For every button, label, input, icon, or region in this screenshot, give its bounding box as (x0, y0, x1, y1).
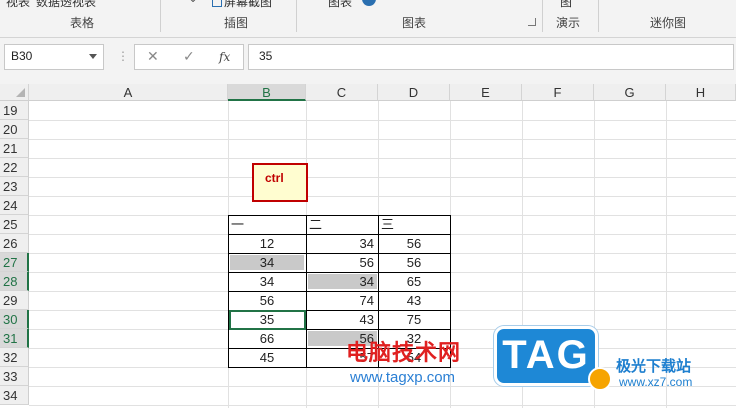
formula-buttons: ✕ ✓ fx (134, 44, 244, 70)
table-cell[interactable]: 56 (228, 291, 306, 310)
row-header-23[interactable]: 23 (0, 177, 29, 196)
ctrl-text-box-label: ctrl (265, 171, 284, 185)
table-cell[interactable]: 43 (306, 310, 374, 329)
row-header-28[interactable]: 28 (0, 272, 29, 291)
insert-function-icon[interactable]: fx (219, 50, 230, 64)
column-header-f[interactable]: F (522, 84, 594, 101)
gridline (29, 196, 736, 197)
ribbon-group-charts: 图表 (402, 16, 427, 30)
ribbon-screenshot-button[interactable]: 屏幕截图 (212, 0, 272, 10)
row-header-27[interactable]: 27 (0, 253, 29, 272)
dialog-launcher-icon[interactable] (528, 18, 536, 26)
formula-value: 35 (259, 49, 273, 63)
table-cell[interactable]: 66 (228, 329, 306, 348)
ribbon-separator (598, 0, 599, 32)
ribbon-group-tables: 表格 (70, 16, 95, 30)
active-cell-inner-border (232, 313, 303, 327)
select-all-button[interactable] (0, 84, 29, 101)
row-header-33[interactable]: 33 (0, 367, 29, 386)
watermark-site-url: www.xz7.com (619, 375, 693, 389)
ribbon-separator (160, 0, 161, 32)
gridline (29, 120, 736, 121)
table-cell[interactable]: 74 (306, 291, 374, 310)
gridline (29, 139, 736, 140)
table-header-cell[interactable]: 三 (381, 215, 394, 234)
row-header-26[interactable]: 26 (0, 234, 29, 253)
table-border (228, 367, 451, 368)
row-header-20[interactable]: 20 (0, 120, 29, 139)
column-header-h[interactable]: H (666, 84, 736, 101)
column-header-d[interactable]: D (378, 84, 450, 101)
table-cell[interactable]: 75 (378, 310, 450, 329)
gridline (29, 158, 736, 159)
ctrl-text-box[interactable]: ctrl (252, 163, 308, 202)
row-header-29[interactable]: 29 (0, 291, 29, 310)
ribbon: 视表 数据透视表 表格 ⌄ 屏幕截图 插图 图表 图表 图 演示 迷你图 (0, 0, 736, 38)
table-cell[interactable]: 45 (228, 348, 306, 367)
ribbon-pivot-chart-button[interactable]: 数据透视表 (36, 0, 96, 10)
table-header-cell[interactable]: 二 (309, 215, 322, 234)
name-box-value: B30 (11, 49, 33, 63)
ribbon-pivot-table-button[interactable]: 视表 (6, 0, 30, 10)
ribbon-group-tours: 演示 (556, 16, 581, 30)
table-cell[interactable]: 34 (306, 272, 374, 291)
watermark-badge-icon (588, 367, 612, 391)
enter-icon[interactable]: ✓ (183, 48, 195, 65)
watermark-site-name: 极光下载站 (616, 358, 692, 375)
ribbon-group-illustrations: 插图 (224, 16, 249, 30)
column-header-e[interactable]: E (450, 84, 522, 101)
formula-bar: B30 ⋮ ✕ ✓ fx 35 (0, 38, 736, 84)
watermark-text: 电脑技术网 (346, 341, 462, 366)
row-header-25[interactable]: 25 (0, 215, 29, 234)
name-box[interactable]: B30 (4, 44, 104, 70)
table-cell[interactable]: 43 (378, 291, 450, 310)
row-header-32[interactable]: 32 (0, 348, 29, 367)
ribbon-charts-button[interactable]: 图表 (328, 0, 352, 10)
row-header-30[interactable]: 30 (0, 310, 29, 329)
column-header-c[interactable]: C (306, 84, 378, 101)
table-cell[interactable]: 56 (378, 253, 450, 272)
table-cell[interactable]: 34 (306, 234, 374, 253)
ribbon-group-sparklines: 迷你图 (650, 16, 687, 30)
column-header-g[interactable]: G (594, 84, 666, 101)
gridline (29, 177, 736, 178)
ribbon-separator (296, 0, 297, 32)
chevron-down-icon[interactable]: ⌄ (188, 0, 198, 5)
column-header-b[interactable]: B (228, 84, 306, 101)
maps-icon[interactable] (362, 0, 376, 6)
table-header-cell[interactable]: 一 (231, 215, 244, 234)
table-cell[interactable]: 12 (228, 234, 306, 253)
ribbon-3d-map-button[interactable]: 图 (560, 0, 572, 10)
row-header-34[interactable]: 34 (0, 386, 29, 405)
active-cell-selection[interactable] (229, 310, 306, 330)
table-cell[interactable]: 56 (378, 234, 450, 253)
table-border (228, 215, 451, 216)
chevron-down-icon[interactable] (89, 54, 97, 59)
formula-bar-resize-handle[interactable]: ⋮ (117, 49, 129, 63)
table-cell[interactable]: 34 (228, 253, 306, 272)
table-cell[interactable]: 65 (378, 272, 450, 291)
watermark-logo: TAG (494, 326, 598, 386)
table-cell[interactable]: 56 (306, 253, 374, 272)
ribbon-separator (542, 0, 543, 32)
row-header-22[interactable]: 22 (0, 158, 29, 177)
table-cell[interactable]: 34 (228, 272, 306, 291)
gridline (29, 405, 736, 406)
screenshot-icon (212, 0, 222, 8)
column-header-a[interactable]: A (29, 84, 228, 101)
row-header-19[interactable]: 19 (0, 101, 29, 120)
cancel-icon[interactable]: ✕ (147, 48, 159, 65)
watermark-url: www.tagxp.com (350, 369, 456, 386)
watermark-logo-text: TAG (502, 333, 590, 377)
row-header-24[interactable]: 24 (0, 196, 29, 215)
row-header-31[interactable]: 31 (0, 329, 29, 348)
row-header-21[interactable]: 21 (0, 139, 29, 158)
formula-input[interactable]: 35 (248, 44, 734, 70)
